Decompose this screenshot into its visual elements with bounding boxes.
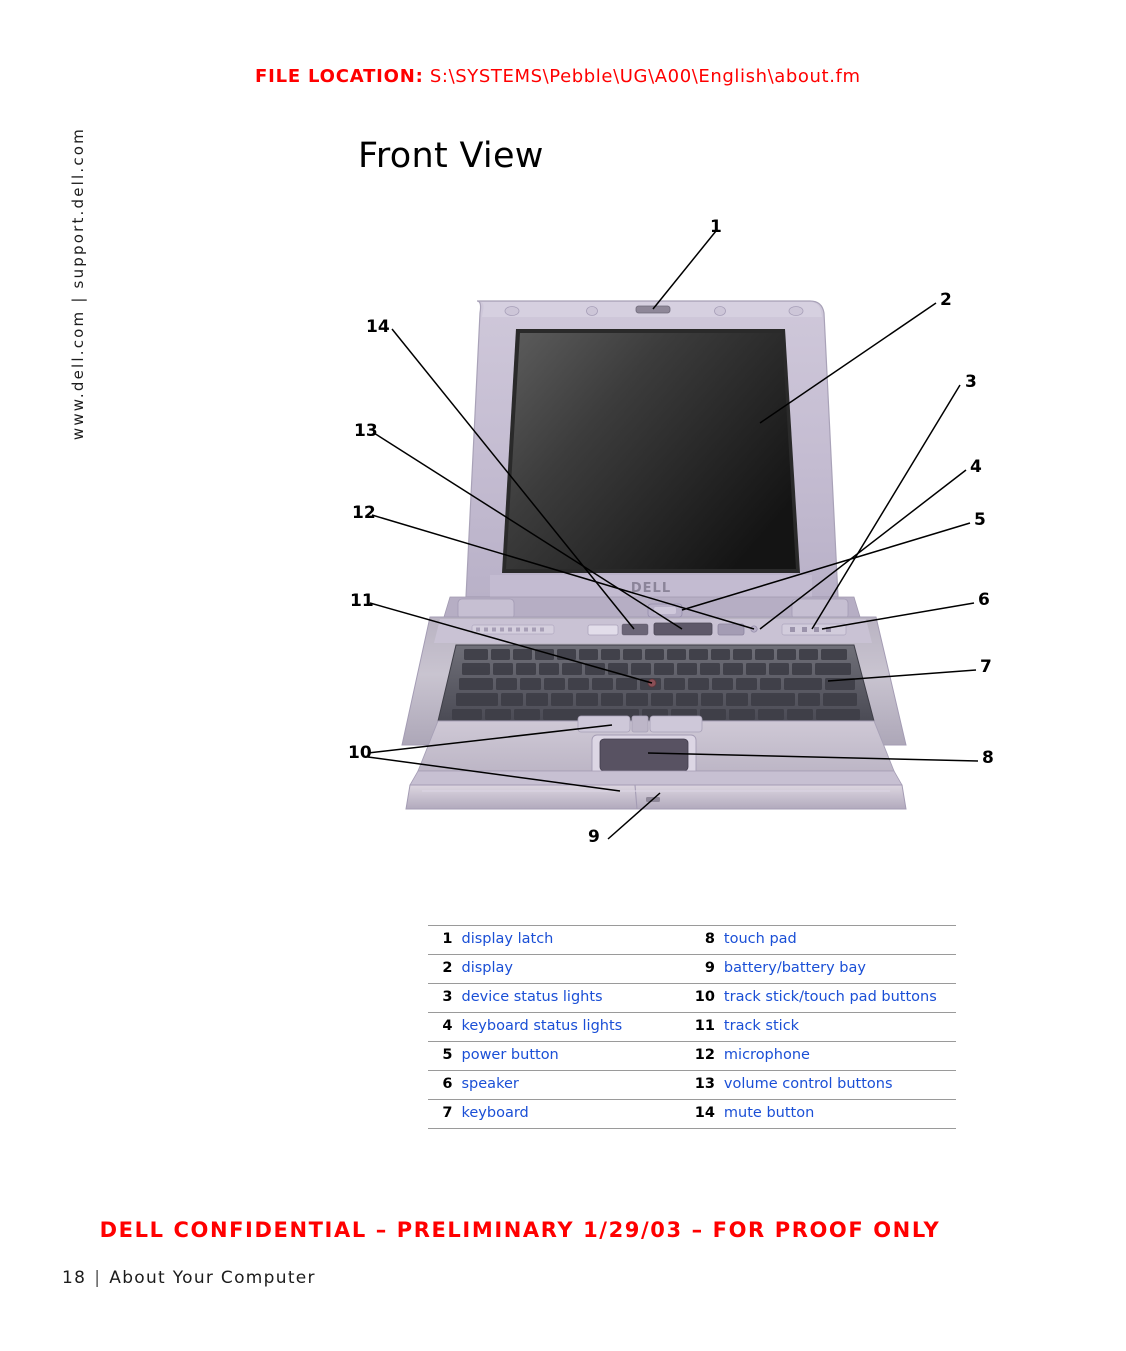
figure-callout-10: 10	[348, 743, 372, 763]
figure-callout-3: 3	[965, 372, 977, 392]
file-location-label: FILE LOCATION:	[255, 66, 424, 87]
legend-number-right: 13	[694, 1076, 715, 1092]
figure-callout-11: 11	[350, 591, 374, 611]
file-location-path: S:\SYSTEMS\Pebble\UG\A00\English\about.f…	[429, 66, 861, 87]
legend-label-left: display	[461, 960, 514, 976]
legend-label-right: volume control buttons	[723, 1076, 893, 1092]
front-view-figure: DELL 1 2 3 4 5 6 7 8 9 10 11 12 13 14	[330, 205, 1010, 885]
figure-callout-9: 9	[588, 827, 600, 847]
legend-number-right: 10	[694, 989, 715, 1005]
figure-callout-1: 1	[710, 217, 722, 237]
page-title: Front View	[358, 136, 544, 176]
footer-separator: |	[94, 1268, 102, 1288]
figure-callout-12: 12	[352, 503, 376, 523]
table-row: 3 device status lights 10 track stick/to…	[428, 983, 956, 1013]
legend-label-right: battery/battery bay	[723, 960, 866, 976]
sidebar-dell-urls: www.dell.com | support.dell.com	[69, 127, 87, 441]
legend-label-left: display latch	[461, 931, 554, 947]
legend-number-left: 6	[442, 1076, 453, 1092]
page-footer: 18 | About Your Computer	[62, 1268, 316, 1288]
legend-label-left: power button	[461, 1047, 559, 1063]
dell-laptop-illustration: DELL	[367, 230, 979, 840]
legend-number-right: 12	[694, 1047, 715, 1063]
legend-number-right: 8	[704, 931, 715, 947]
figure-callout-7: 7	[980, 657, 992, 677]
table-row: 6 speaker 13 volume control buttons	[428, 1070, 956, 1100]
legend-number-right: 9	[704, 960, 715, 976]
document-page: FILE LOCATION: S:\SYSTEMS\Pebble\UG\A00\…	[0, 0, 1126, 1351]
legend-label-left: device status lights	[461, 989, 603, 1005]
legend-label-left: keyboard status lights	[461, 1018, 623, 1034]
legend-number-left: 7	[442, 1105, 453, 1121]
legend-table-body: 1 display latch 8 touch pad 2 display 9 …	[428, 925, 956, 1129]
figure-callout-8: 8	[982, 748, 994, 768]
legend-label-left: keyboard	[461, 1105, 529, 1121]
legend-label-right: microphone	[723, 1047, 810, 1063]
confidential-notice: DELL CONFIDENTIAL – PRELIMINARY 1/29/03 …	[99, 1218, 941, 1242]
figure-callout-4: 4	[970, 457, 982, 477]
legend-number-right: 11	[694, 1018, 715, 1034]
legend-label-left: speaker	[461, 1076, 519, 1092]
table-row: 1 display latch 8 touch pad	[428, 925, 956, 955]
chapter-title: About Your Computer	[109, 1268, 316, 1288]
table-row: 7 keyboard 14 mute button	[428, 1099, 956, 1129]
legend-number-left: 2	[442, 960, 453, 976]
figure-callout-13: 13	[354, 421, 378, 441]
table-row: 5 power button 12 microphone	[428, 1041, 956, 1071]
figure-callout-14: 14	[366, 317, 390, 337]
legend-label-right: mute button	[723, 1105, 815, 1121]
file-location-header: FILE LOCATION: S:\SYSTEMS\Pebble\UG\A00\…	[255, 66, 861, 87]
legend-number-left: 5	[442, 1047, 453, 1063]
page-number: 18	[62, 1268, 87, 1288]
figure-callout-2: 2	[940, 290, 952, 310]
component-legend-table: 1 display latch 8 touch pad 2 display 9 …	[428, 925, 956, 1129]
figure-callout-6: 6	[978, 590, 990, 610]
legend-number-left: 3	[442, 989, 453, 1005]
legend-number-right: 14	[694, 1105, 715, 1121]
legend-label-right: touch pad	[723, 931, 797, 947]
figure-callout-5: 5	[974, 510, 986, 530]
table-row: 2 display 9 battery/battery bay	[428, 954, 956, 984]
table-row: 4 keyboard status lights 11 track stick	[428, 1012, 956, 1042]
legend-number-left: 1	[442, 931, 453, 947]
legend-number-left: 4	[442, 1018, 453, 1034]
legend-label-right: track stick	[723, 1018, 800, 1034]
legend-label-right: track stick/touch pad buttons	[723, 989, 937, 1005]
